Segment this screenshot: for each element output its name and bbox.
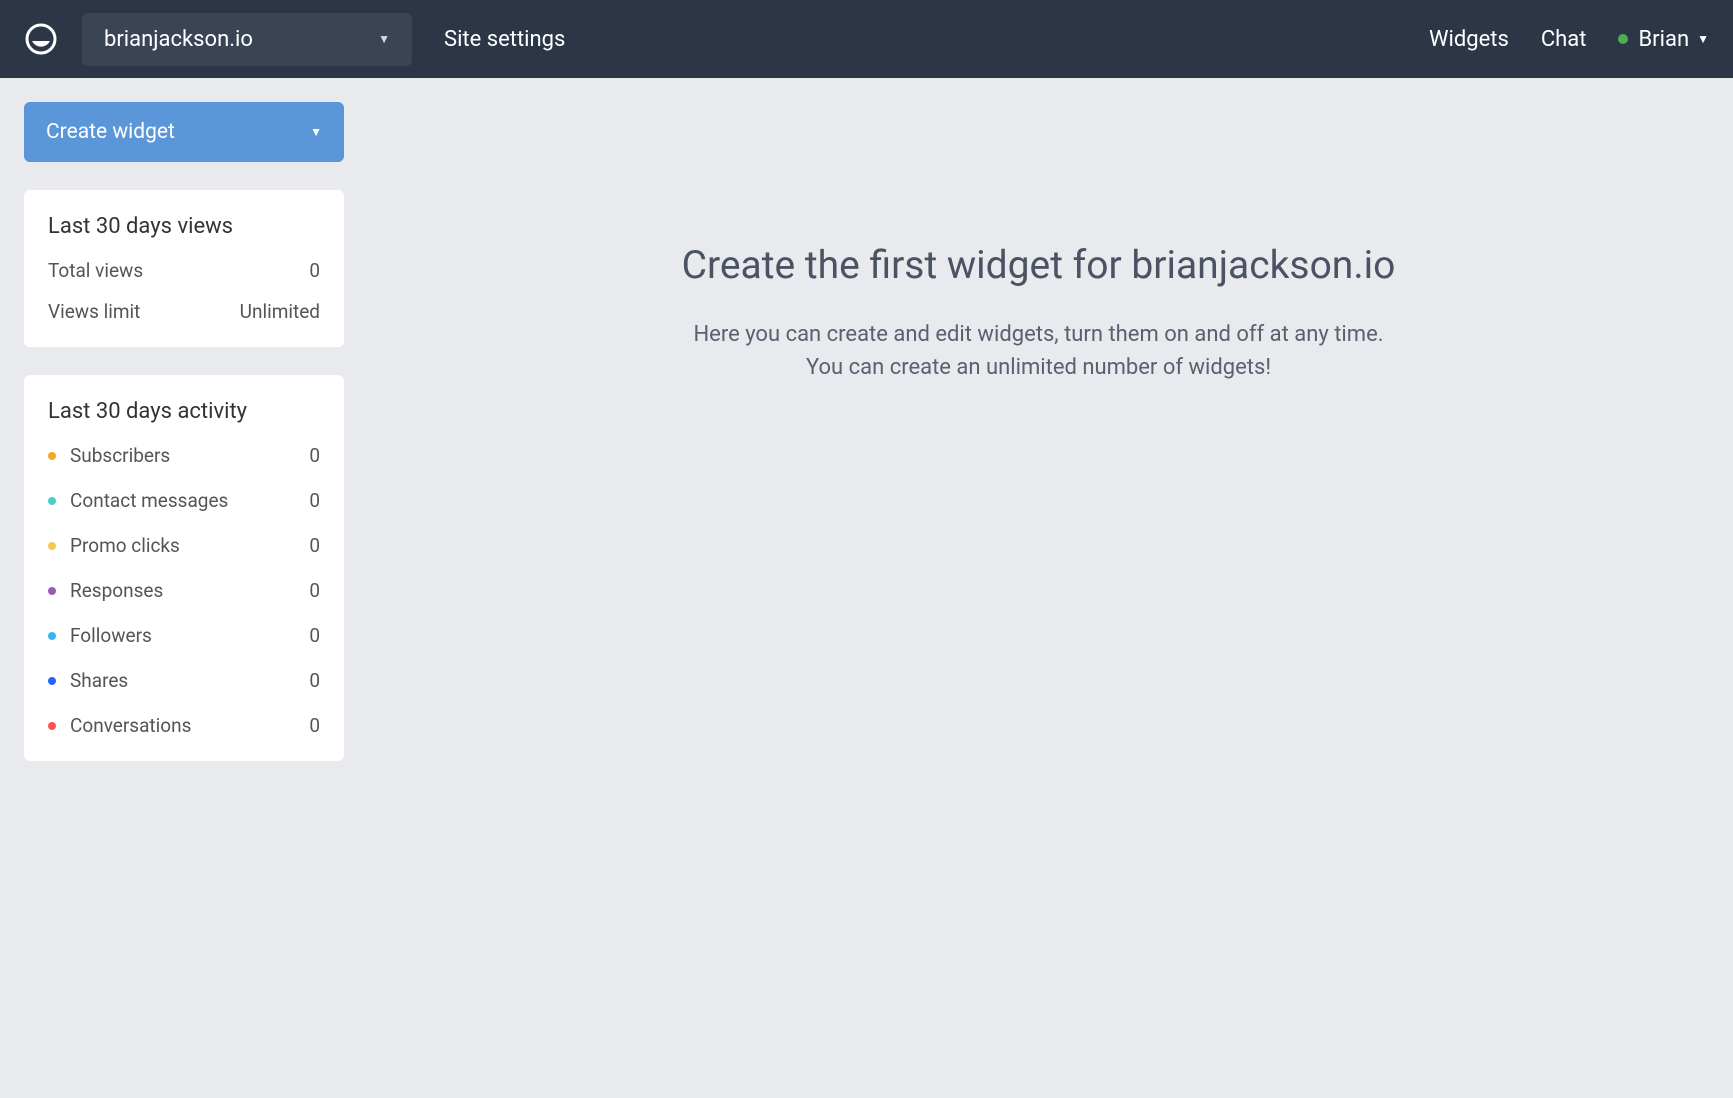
views-card: Last 30 days views Total views 0 Views l… [24, 190, 344, 347]
page-container: Create widget ▼ Last 30 days views Total… [0, 78, 1733, 813]
activity-dot-icon [48, 677, 56, 685]
main-heading: Create the first widget for brianjackson… [682, 242, 1396, 288]
activity-label-wrap: Contact messages [48, 489, 228, 512]
activity-dot-icon [48, 587, 56, 595]
activity-label: Shares [70, 669, 128, 692]
activity-label-wrap: Responses [48, 579, 163, 602]
views-limit-value: Unlimited [240, 300, 320, 323]
activity-dot-icon [48, 542, 56, 550]
activity-dot-icon [48, 632, 56, 640]
create-widget-button[interactable]: Create widget ▼ [24, 102, 344, 162]
create-widget-label: Create widget [46, 120, 175, 144]
main-subtext-line1: Here you can create and edit widgets, tu… [693, 322, 1383, 347]
activity-value: 0 [309, 714, 320, 737]
activity-label: Conversations [70, 714, 191, 737]
activity-value: 0 [309, 624, 320, 647]
app-header: brianjackson.io ▼ Site settings Widgets … [0, 0, 1733, 78]
main-subtext: Here you can create and edit widgets, tu… [693, 318, 1383, 384]
activity-value: 0 [309, 444, 320, 467]
nav-site-settings[interactable]: Site settings [444, 27, 565, 52]
main-content: Create the first widget for brianjackson… [368, 102, 1709, 789]
activity-row: Contact messages 0 [48, 489, 320, 512]
status-online-icon [1618, 34, 1628, 44]
activity-card-title: Last 30 days activity [48, 399, 320, 424]
activity-label: Responses [70, 579, 163, 602]
activity-label: Promo clicks [70, 534, 180, 557]
activity-row: Followers 0 [48, 624, 320, 647]
activity-dot-icon [48, 497, 56, 505]
activity-value: 0 [309, 579, 320, 602]
activity-row: Responses 0 [48, 579, 320, 602]
caret-down-icon: ▼ [1697, 32, 1709, 46]
activity-value: 0 [309, 489, 320, 512]
sidebar: Create widget ▼ Last 30 days views Total… [24, 102, 344, 789]
activity-label: Followers [70, 624, 152, 647]
nav-widgets[interactable]: Widgets [1429, 27, 1509, 52]
activity-value: 0 [309, 534, 320, 557]
total-views-row: Total views 0 [48, 259, 320, 282]
views-limit-row: Views limit Unlimited [48, 300, 320, 323]
activity-row: Conversations 0 [48, 714, 320, 737]
total-views-value: 0 [309, 259, 320, 282]
user-menu-dropdown[interactable]: Brian ▼ [1618, 27, 1709, 52]
activity-dot-icon [48, 452, 56, 460]
activity-row: Subscribers 0 [48, 444, 320, 467]
nav-chat[interactable]: Chat [1541, 27, 1587, 52]
header-right: Widgets Chat Brian ▼ [1397, 27, 1709, 52]
activity-row: Shares 0 [48, 669, 320, 692]
activity-label: Contact messages [70, 489, 228, 512]
site-selector-dropdown[interactable]: brianjackson.io ▼ [82, 13, 412, 66]
activity-label-wrap: Shares [48, 669, 128, 692]
activity-label-wrap: Promo clicks [48, 534, 180, 557]
activity-card: Last 30 days activity Subscribers0Contac… [24, 375, 344, 761]
app-logo-icon [24, 22, 58, 56]
caret-down-icon: ▼ [310, 125, 322, 139]
activity-label-wrap: Subscribers [48, 444, 170, 467]
views-limit-label: Views limit [48, 300, 140, 323]
activity-value: 0 [309, 669, 320, 692]
views-card-title: Last 30 days views [48, 214, 320, 239]
activity-label: Subscribers [70, 444, 170, 467]
total-views-label: Total views [48, 259, 143, 282]
activity-row: Promo clicks 0 [48, 534, 320, 557]
activity-list: Subscribers0Contact messages0Promo click… [48, 444, 320, 737]
site-selector-label: brianjackson.io [104, 27, 253, 52]
activity-dot-icon [48, 722, 56, 730]
activity-label-wrap: Followers [48, 624, 152, 647]
activity-label-wrap: Conversations [48, 714, 191, 737]
caret-down-icon: ▼ [378, 32, 390, 46]
user-name-label: Brian [1638, 27, 1689, 52]
main-subtext-line2: You can create an unlimited number of wi… [806, 355, 1271, 380]
